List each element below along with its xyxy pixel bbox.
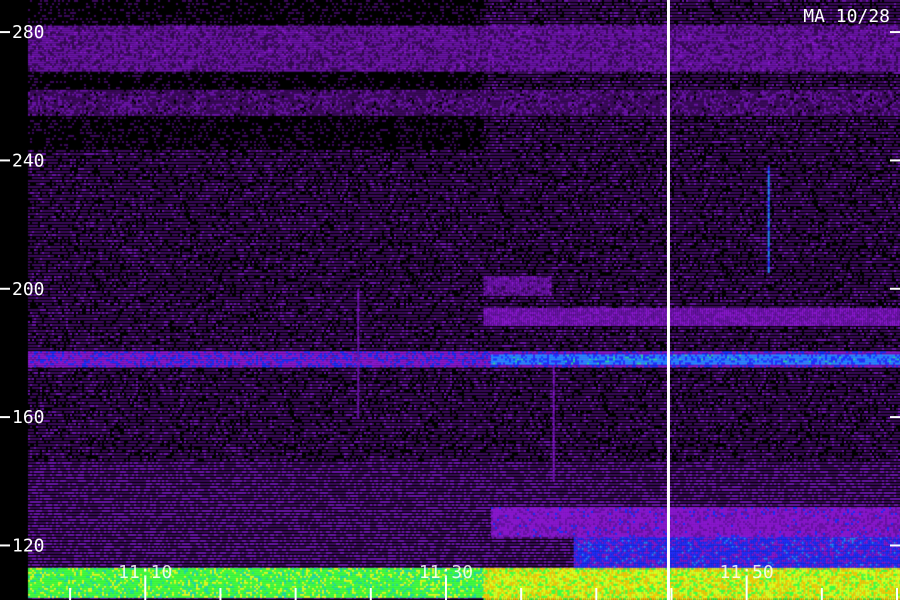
x-tick-label: 11:30 — [419, 562, 473, 583]
y-tick-label: 240 — [12, 150, 45, 171]
y-tick-label: 280 — [12, 22, 45, 43]
y-tick-label: 120 — [12, 535, 45, 556]
y-tick-label: 200 — [12, 279, 45, 300]
axis-overlay: 280 240 200 160 120 11:10 11:30 11:50 — [0, 0, 900, 600]
x-tick-label: 11:10 — [118, 562, 172, 583]
y-tick-label: 160 — [12, 407, 45, 428]
spectrogram-view: MA 10/28 280 240 200 160 120 11:10 11:30 11:50 — [0, 0, 900, 600]
x-tick-label: 11:50 — [720, 562, 774, 583]
